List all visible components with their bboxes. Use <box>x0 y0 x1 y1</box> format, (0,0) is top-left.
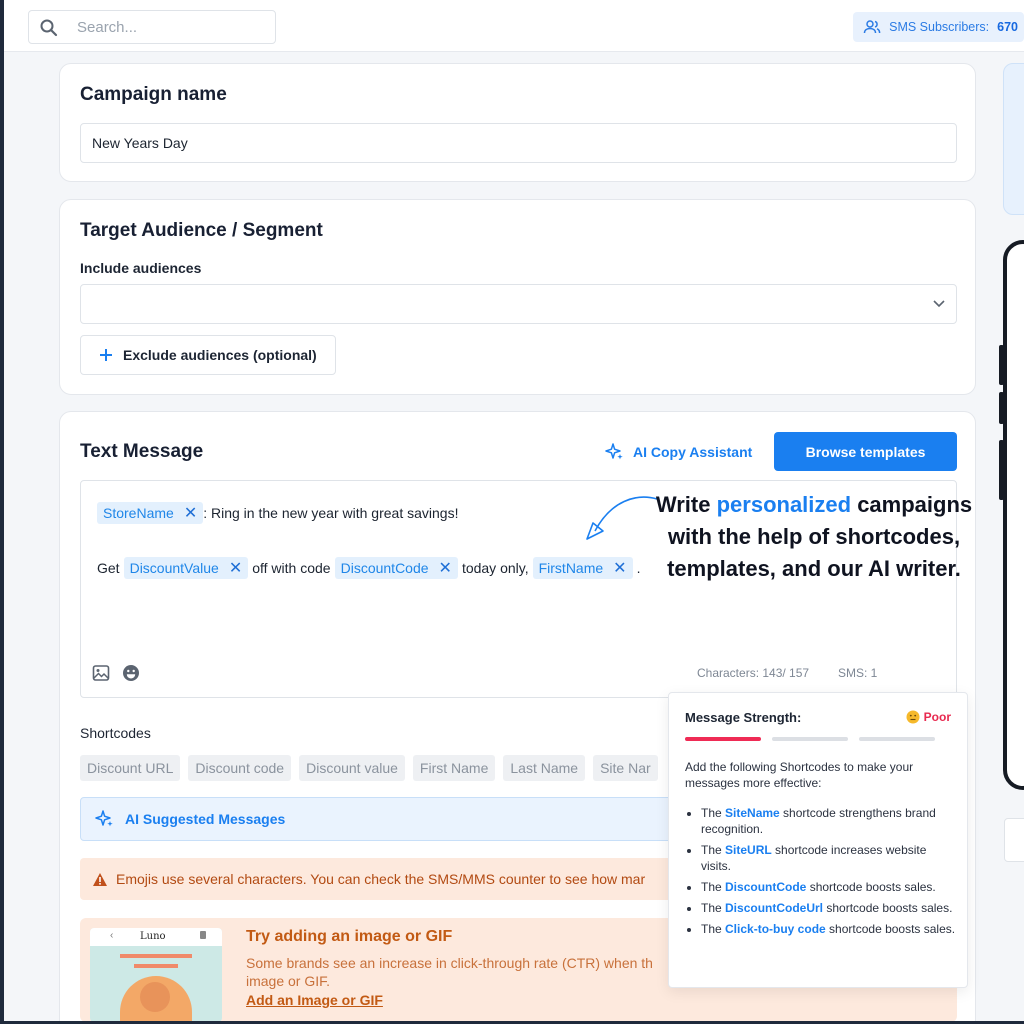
search-input[interactable]: Search... <box>28 10 276 44</box>
chip-label: DiscountCode <box>340 560 429 576</box>
target-audience-heading: Target Audience / Segment <box>80 220 323 241</box>
chip-label: DiscountValue <box>129 560 219 576</box>
neutral-face-icon <box>906 710 920 724</box>
warning-icon <box>93 872 107 886</box>
search-placeholder: Search... <box>77 19 138 36</box>
campaign-name-card: Campaign name New Years Day <box>59 63 976 182</box>
exclude-audiences-button[interactable]: Exclude audiences (optional) <box>80 335 336 375</box>
add-image-description: Some brands see an increase in click-thr… <box>246 955 653 989</box>
shortcode-chip-discountvalue[interactable]: DiscountValue ✕ <box>123 557 249 579</box>
strength-tips-list: The SiteName shortcode strengthens brand… <box>701 805 959 942</box>
shortcode-discount-url[interactable]: Discount URL <box>80 755 181 781</box>
search-icon <box>40 19 58 37</box>
include-audiences-label: Include audiences <box>80 260 202 276</box>
ai-suggested-messages-label: AI Suggested Messages <box>125 811 286 827</box>
right-info-card <box>1003 63 1024 215</box>
shortcode-chip-firstname[interactable]: FirstName ✕ <box>532 557 633 579</box>
ai-copy-assistant-button[interactable]: AI Copy Assistant <box>605 442 752 462</box>
shortcode-discount-value[interactable]: Discount value <box>299 755 405 781</box>
thumb-brand-logo: Luno <box>140 931 166 942</box>
callout-text: Write <box>655 492 717 517</box>
phone-side-button <box>999 440 1004 500</box>
remove-chip-icon[interactable]: ✕ <box>613 558 626 578</box>
shortcode-first-name[interactable]: First Name <box>412 755 496 781</box>
character-counter: Characters: 143/ 157 <box>697 666 810 680</box>
shortcode-site-name[interactable]: Site Nar <box>593 755 658 781</box>
thumb-line <box>120 954 192 958</box>
strength-intro: Add the following Shortcodes to make you… <box>685 760 914 790</box>
message-text: . <box>636 560 641 576</box>
thumb-bag-icon <box>200 931 206 939</box>
campaign-name-input[interactable]: New Years Day <box>80 123 957 163</box>
strength-rating-label: Poor <box>923 710 951 724</box>
message-strength-panel: Message Strength: Poor Add the following… <box>668 692 968 988</box>
window-edge-left <box>0 0 4 1024</box>
shortcode-chip-discountcode[interactable]: DiscountCode ✕ <box>334 557 458 579</box>
image-icon[interactable] <box>92 664 110 682</box>
message-text: off with code <box>252 560 331 576</box>
strength-meter <box>685 737 935 741</box>
chevron-down-icon <box>933 300 945 308</box>
sms-counter: SMS: 1 <box>838 666 878 680</box>
sms-subscribers-badge[interactable]: SMS Subscribers: 670 <box>853 12 1024 42</box>
strength-tip: The SiteName shortcode strengthens brand… <box>701 805 959 837</box>
campaign-name-heading: Campaign name <box>80 84 227 105</box>
thumb-back-icon: ‹ <box>110 930 114 941</box>
ai-copy-assistant-label: AI Copy Assistant <box>633 444 753 460</box>
plus-icon <box>100 349 112 361</box>
add-image-link[interactable]: Add an Image or GIF <box>246 992 383 1008</box>
text-message-heading: Text Message <box>80 441 204 462</box>
browse-templates-button[interactable]: Browse templates <box>774 432 957 471</box>
sparkle-icon <box>605 443 623 460</box>
shortcodes-label: Shortcodes <box>80 725 151 741</box>
top-bar: Search... SMS Subscribers: 670 <box>4 0 1024 52</box>
chip-label: FirstName <box>538 560 604 576</box>
add-image-title: Try adding an image or GIF <box>246 928 453 945</box>
emoji-icon[interactable] <box>122 664 140 682</box>
strength-tip: The DiscountCodeUrl shortcode boosts sal… <box>701 900 959 916</box>
remove-chip-icon[interactable]: ✕ <box>439 558 452 578</box>
strength-rating: Poor <box>906 710 951 724</box>
thumb-figure-head <box>140 982 170 1012</box>
promo-callout: Write personalized campaigns with the he… <box>653 489 975 585</box>
strength-bar <box>859 737 935 741</box>
email-preview-thumbnail: Luno ‹ <box>90 928 222 1022</box>
sparkle-icon <box>95 810 113 827</box>
sms-subscribers-count: 670 <box>997 20 1018 34</box>
strength-bar <box>685 737 761 741</box>
strength-bar <box>772 737 848 741</box>
message-text: Get <box>97 560 120 576</box>
remove-chip-icon[interactable]: ✕ <box>229 558 242 578</box>
message-editor[interactable]: StoreName ✕ : Ring in the new year with … <box>80 480 972 698</box>
remove-chip-icon[interactable]: ✕ <box>184 503 197 523</box>
users-icon <box>863 20 881 34</box>
shortcode-chip-storename[interactable]: StoreName ✕ <box>97 502 204 524</box>
phone-side-button <box>999 345 1004 385</box>
message-text: : Ring in the new year with great saving… <box>203 505 459 521</box>
message-text: today only, <box>461 560 529 576</box>
message-strength-title: Message Strength: <box>685 710 802 725</box>
chip-label: StoreName <box>103 505 174 521</box>
message-line-1: StoreName ✕ : Ring in the new year with … <box>97 502 458 524</box>
curved-arrow-icon <box>586 496 658 540</box>
thumb-line <box>134 964 178 968</box>
exclude-audiences-label: Exclude audiences (optional) <box>123 347 317 363</box>
strength-tip: The SiteURL shortcode increases website … <box>701 842 959 874</box>
target-audience-card: Target Audience / Segment Include audien… <box>59 199 976 395</box>
shortcode-discount-code[interactable]: Discount code <box>188 755 292 781</box>
phone-side-button <box>999 392 1004 424</box>
strength-tip: The Click-to-buy code shortcode boosts s… <box>701 921 959 937</box>
message-line-2: Get DiscountValue ✕ off with code Discou… <box>97 557 640 579</box>
callout-highlight: personalized <box>716 492 852 517</box>
shortcodes-list: Discount URL Discount code Discount valu… <box>80 755 658 781</box>
sms-subscribers-label: SMS Subscribers: <box>889 20 990 34</box>
right-small-button[interactable] <box>1004 818 1024 862</box>
phone-preview <box>1003 240 1024 790</box>
strength-tip: The DiscountCode shortcode boosts sales. <box>701 879 959 895</box>
include-audiences-select[interactable] <box>80 284 957 324</box>
shortcode-last-name[interactable]: Last Name <box>503 755 586 781</box>
emoji-warning-text: Emojis use several characters. You can c… <box>116 871 646 887</box>
